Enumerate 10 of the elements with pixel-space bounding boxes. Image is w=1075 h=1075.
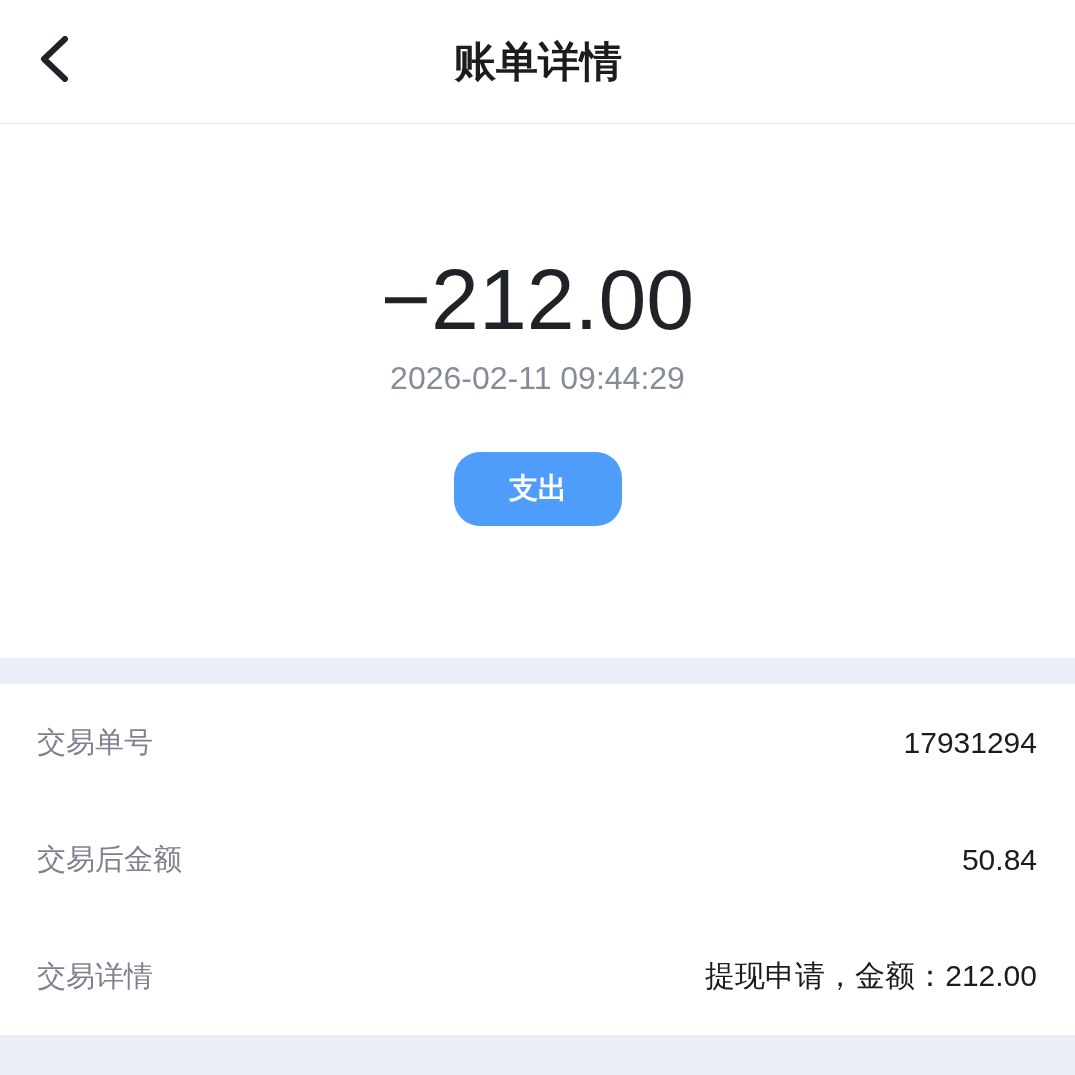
type-badge: 支出 (453, 452, 622, 526)
detail-value: 50.84 (961, 842, 1037, 877)
page-title: 账单详情 (453, 35, 622, 88)
detail-label: 交易详情 (37, 957, 153, 995)
detail-value: 17931294 (903, 725, 1037, 760)
amount-text: −212.00 (380, 252, 695, 346)
detail-label: 交易单号 (37, 723, 153, 761)
detail-value: 提现申请，金额：212.00 (705, 958, 1037, 994)
detail-label: 交易后金额 (37, 840, 182, 878)
transaction-time: 2026-02-11 09:44:29 (390, 359, 685, 398)
